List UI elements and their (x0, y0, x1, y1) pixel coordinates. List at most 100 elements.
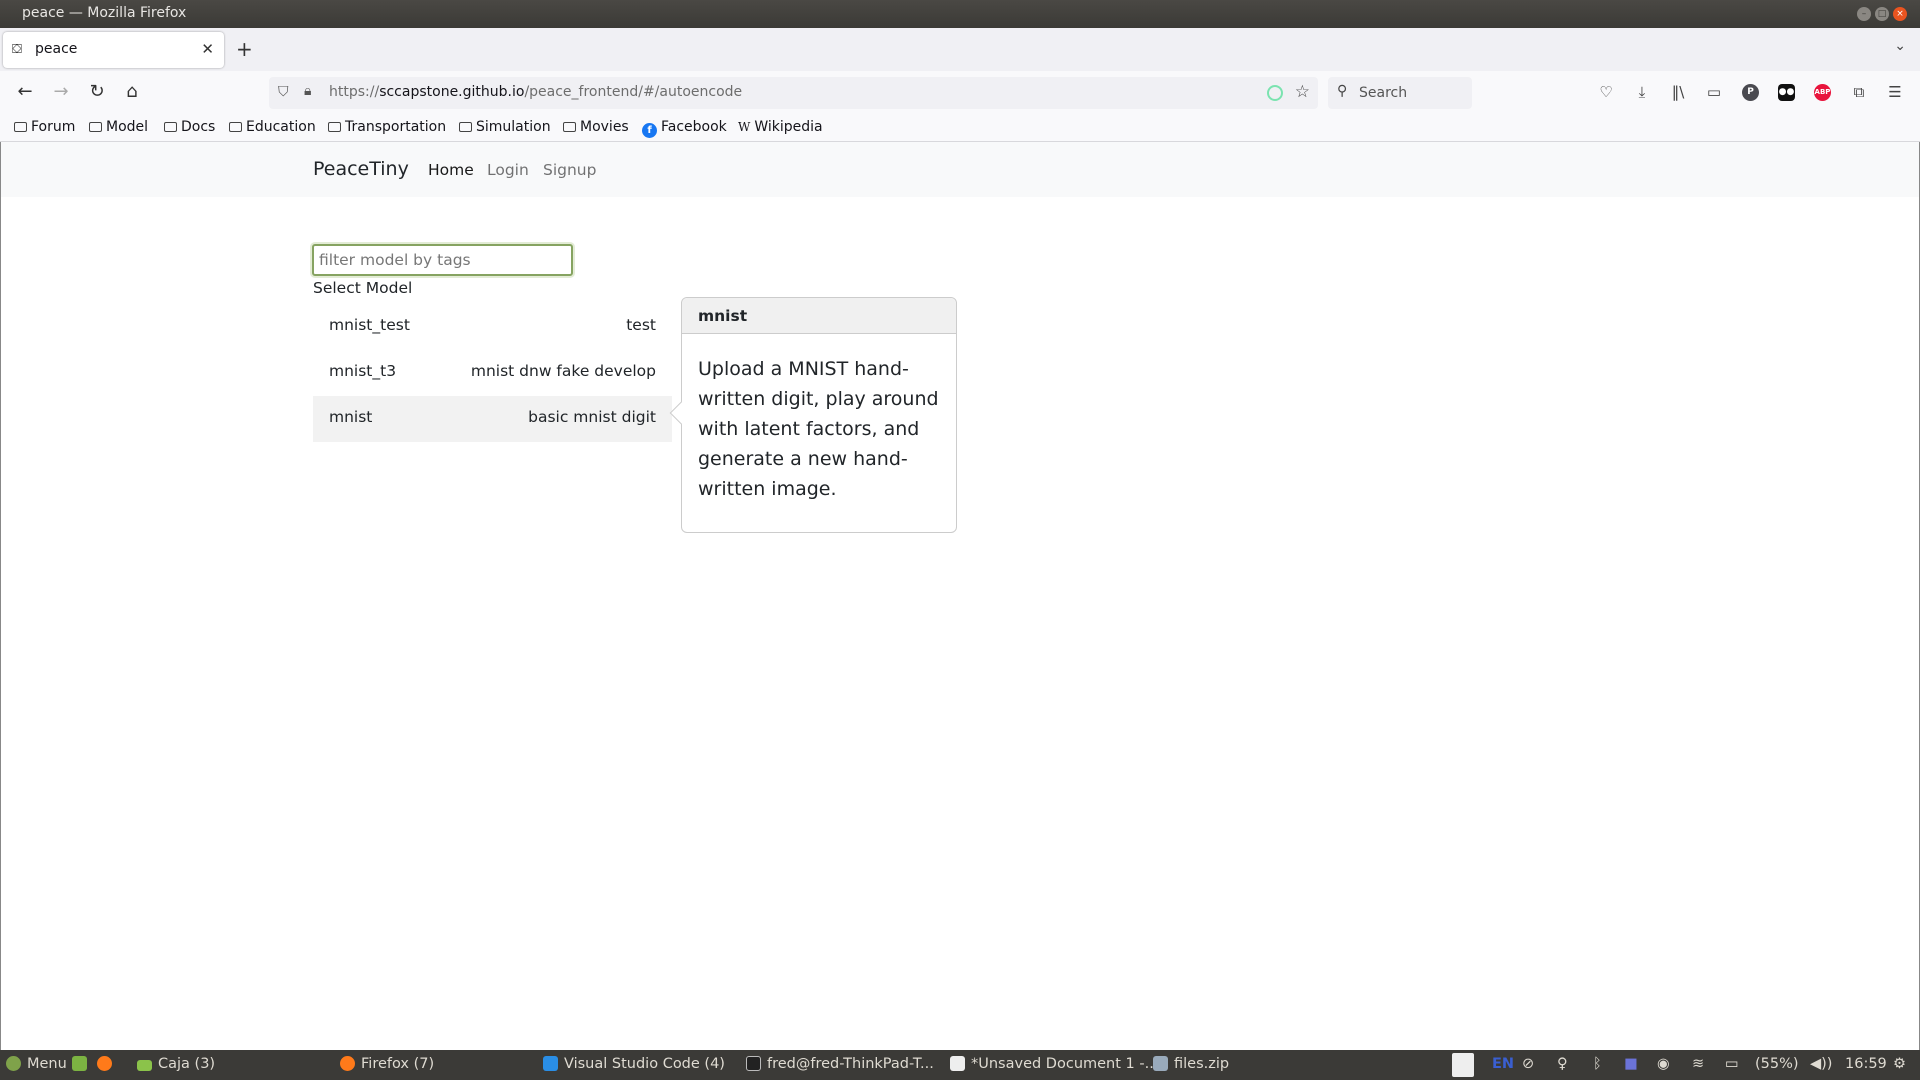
peace-favicon-icon: ⛋ (12, 42, 22, 57)
bookmark-docs[interactable]: Docs (164, 119, 215, 135)
bookmark-movies[interactable]: Movies (563, 119, 629, 135)
taskbar-window-caja[interactable]: Caja (3) (137, 1056, 215, 1072)
bookmarks-toolbar: Forum Model Docs Education Transportatio… (0, 114, 1920, 142)
bookmark-education[interactable]: Education (229, 119, 316, 135)
nav-home-link[interactable]: Home (428, 161, 474, 179)
brand-link[interactable]: PeaceTiny (313, 158, 409, 180)
reload-button[interactable]: ↻ (86, 81, 108, 102)
minimize-button[interactable]: – (1857, 7, 1871, 21)
taskbar-window-terminal[interactable]: fred@fred-ThinkPad-T... (746, 1056, 934, 1072)
bookmark-label: Model (106, 119, 149, 135)
floppy-save-icon[interactable] (1452, 1053, 1474, 1077)
teams-icon[interactable]: ■ (1624, 1056, 1638, 1072)
window-label: files.zip (1174, 1056, 1230, 1072)
bookmark-label: Simulation (476, 119, 551, 135)
nav-login-link[interactable]: Login (487, 161, 529, 179)
bookmark-transportation[interactable]: Transportation (328, 119, 446, 135)
vscode-icon (543, 1056, 558, 1071)
battery-percentage: (55%) (1755, 1056, 1799, 1072)
power-settings-icon[interactable]: ⚙ (1893, 1056, 1906, 1072)
window-label: Visual Studio Code (4) (564, 1056, 725, 1072)
no-update-icon[interactable]: ⊘ (1522, 1056, 1534, 1072)
sidebar-icon[interactable]: ▭ (1703, 83, 1725, 101)
taskbar-window-archive[interactable]: files.zip (1153, 1056, 1229, 1072)
bookmark-label: Wikipedia (754, 119, 823, 135)
hamburger-menu-icon[interactable]: ☰ (1884, 83, 1906, 101)
download-icon[interactable]: ⤓ (1631, 83, 1653, 101)
nvidia-icon[interactable]: ◉ (1657, 1056, 1670, 1072)
filter-tags-input[interactable] (312, 244, 573, 276)
bookmark-star-icon[interactable]: ☆ (1295, 82, 1310, 102)
pocket-icon[interactable]: ♡ (1595, 83, 1617, 101)
tracking-protection-shield-icon[interactable]: ⛉ (278, 84, 289, 100)
search-bar[interactable]: ⚲ Search (1328, 77, 1472, 109)
url-text[interactable]: https://sccapstone.github.io/peace_front… (329, 84, 742, 100)
firefox-launcher[interactable] (97, 1056, 118, 1072)
model-name: mnist_test (329, 316, 410, 334)
taskbar-window-vscode[interactable]: Visual Studio Code (4) (543, 1056, 725, 1072)
bookmark-model[interactable]: Model (89, 119, 148, 135)
model-list-item-selected[interactable]: mnist basic mnist digit (313, 396, 672, 442)
window-label: fred@fred-ThinkPad-T... (767, 1056, 934, 1072)
bookmark-forum[interactable]: Forum (14, 119, 75, 135)
search-icon: ⚲ (1337, 83, 1348, 99)
taskbar-window-firefox[interactable]: Firefox (7) (340, 1056, 434, 1072)
window-label: Caja (3) (158, 1056, 216, 1072)
lock-icon[interactable]: 🔒︎ (304, 83, 311, 99)
folder-icon (89, 122, 102, 132)
list-all-tabs-chevron-icon[interactable]: ⌄ (1894, 38, 1906, 54)
folder-icon (328, 122, 341, 132)
taskbar-window-text-editor[interactable]: *Unsaved Document 1 -... (950, 1056, 1158, 1072)
window-title: peace — Mozilla Firefox (22, 5, 187, 21)
url-bar[interactable]: ⛉ 🔒︎ https://sccapstone.github.io/peace_… (269, 77, 1318, 109)
new-tab-button[interactable]: + (236, 37, 253, 61)
clock[interactable]: 16:59 (1845, 1056, 1887, 1072)
bookmark-label: Forum (31, 119, 76, 135)
folder-icon (164, 122, 177, 132)
tab-label: peace (35, 41, 78, 57)
nav-signup-link[interactable]: Signup (543, 161, 596, 179)
model-tags: basic mnist digit (528, 408, 656, 426)
adblock-plus-icon[interactable]: ABP (1814, 84, 1831, 101)
wifi-icon[interactable]: ≋ (1692, 1056, 1704, 1072)
library-icon[interactable]: ‖\ (1667, 83, 1689, 101)
volume-icon[interactable]: ◀)) (1810, 1056, 1832, 1072)
close-window-button[interactable]: × (1893, 7, 1907, 21)
show-desktop-launcher[interactable] (72, 1056, 93, 1072)
select-model-label: Select Model (313, 279, 413, 297)
model-list: mnist_test test mnist_t3 mnist dnw fake … (313, 304, 672, 442)
tab-peace[interactable]: ⛋ peace ✕ (3, 32, 224, 68)
keyboard-layout-indicator[interactable]: EN (1492, 1056, 1514, 1072)
bookmark-wikipedia[interactable]: W Wikipedia (738, 119, 823, 135)
bookmark-label: Facebook (661, 119, 727, 135)
radar-extension-icon[interactable] (1267, 85, 1283, 101)
url-host: sccapstone.github.io (379, 84, 525, 100)
folder-icon (563, 122, 576, 132)
close-tab-icon[interactable]: ✕ (201, 40, 214, 58)
p-extension-icon[interactable]: P (1742, 84, 1759, 101)
menu-label: Menu (27, 1056, 67, 1072)
text-editor-icon (950, 1056, 965, 1071)
wikipedia-icon: W (738, 120, 751, 134)
folder-icon (229, 122, 242, 132)
firefox-icon (97, 1056, 112, 1071)
model-list-item[interactable]: mnist_test test (313, 304, 672, 350)
model-list-item[interactable]: mnist_t3 mnist dnw fake develop (313, 350, 672, 396)
bluetooth-icon[interactable]: ᛒ (1593, 1056, 1602, 1072)
maximize-button[interactable]: □ (1875, 7, 1889, 21)
bookmark-simulation[interactable]: Simulation (459, 119, 551, 135)
start-menu-button[interactable]: Menu (6, 1056, 67, 1072)
bookmark-facebook[interactable]: f Facebook (642, 119, 727, 138)
model-tags: mnist dnw fake develop (470, 362, 656, 380)
battery-icon[interactable]: ▭ (1725, 1056, 1739, 1072)
redshift-bulb-icon[interactable]: ♀ (1557, 1056, 1568, 1072)
mint-logo-icon (6, 1056, 21, 1071)
bookmark-label: Education (246, 119, 316, 135)
tampermonkey-icon[interactable]: ●● (1778, 84, 1795, 101)
back-button[interactable]: ← (14, 81, 36, 102)
terminal-icon (746, 1056, 761, 1071)
home-button[interactable]: ⌂ (121, 81, 143, 102)
popover-body: Upload a MNIST hand-written digit, play … (698, 358, 939, 500)
forward-button[interactable]: → (50, 81, 72, 102)
extensions-puzzle-icon[interactable]: ⧉ (1848, 83, 1870, 101)
